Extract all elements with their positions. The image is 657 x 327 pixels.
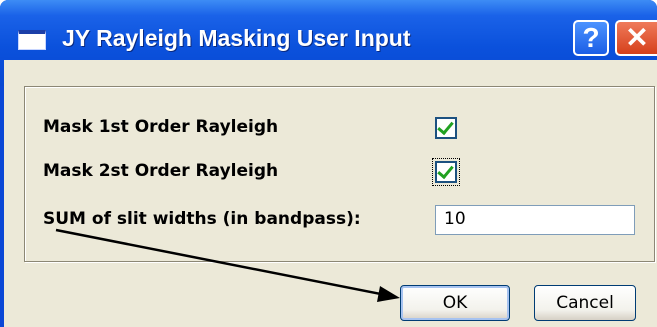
- ok-button[interactable]: OK: [400, 285, 510, 321]
- mask-2st-order-checkbox[interactable]: [432, 158, 460, 186]
- mask-1st-order-label: Mask 1st Order Rayleigh: [43, 117, 279, 137]
- cancel-button[interactable]: Cancel: [534, 285, 636, 321]
- mask-1st-order-checkbox[interactable]: [435, 117, 457, 139]
- checkmark-icon: [437, 117, 454, 136]
- dialog-client-area: Mask 1st Order Rayleigh Mask 2st Order R…: [4, 60, 657, 327]
- dialog-window: JY Rayleigh Masking User Input ? ✕ Mask …: [0, 0, 657, 327]
- mask-2st-order-label: Mask 2st Order Rayleigh: [43, 161, 279, 181]
- window-title: JY Rayleigh Masking User Input: [62, 25, 411, 51]
- input-groupbox: Mask 1st Order Rayleigh Mask 2st Order R…: [24, 86, 655, 262]
- slit-width-label: SUM of slit widths (in bandpass):: [43, 209, 361, 229]
- help-icon: ?: [582, 22, 600, 53]
- close-button[interactable]: ✕: [615, 20, 657, 56]
- close-icon: ✕: [625, 22, 649, 53]
- help-button[interactable]: ?: [573, 20, 609, 56]
- window-icon: [18, 30, 46, 50]
- checkmark-icon: [437, 161, 454, 180]
- slit-width-input[interactable]: 10: [435, 205, 635, 235]
